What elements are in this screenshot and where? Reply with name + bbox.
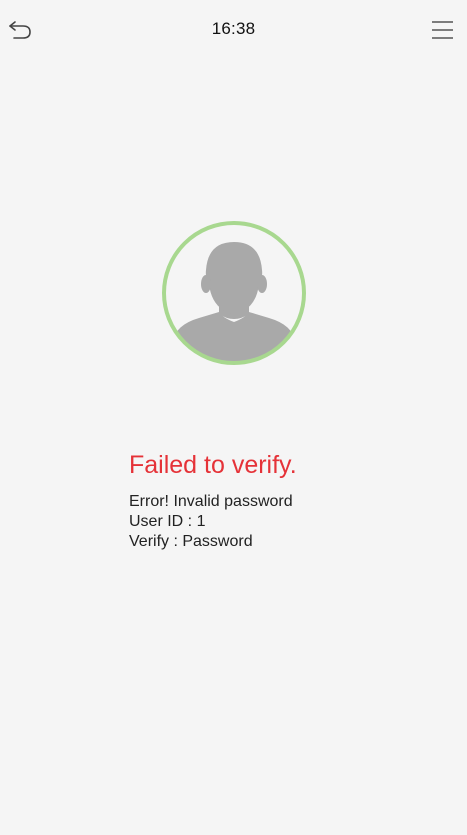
error-message: Error! Invalid password: [129, 493, 293, 510]
top-bar: 16:38: [0, 0, 467, 62]
verification-result: Failed to verify. Error! Invalid passwor…: [129, 450, 429, 552]
hamburger-menu-icon: [432, 21, 453, 39]
result-title: Failed to verify.: [129, 451, 297, 479]
verification-result-screen: 16:38 Failed to verify. Error! Invalid p…: [0, 0, 467, 835]
menu-button[interactable]: [428, 17, 458, 43]
verify-method-text: Verify : Password: [129, 533, 253, 550]
status-time: 16:38: [211, 19, 256, 38]
user-id-text: User ID : 1: [129, 513, 206, 530]
user-silhouette-icon: [162, 221, 306, 365]
avatar: [159, 218, 309, 368]
